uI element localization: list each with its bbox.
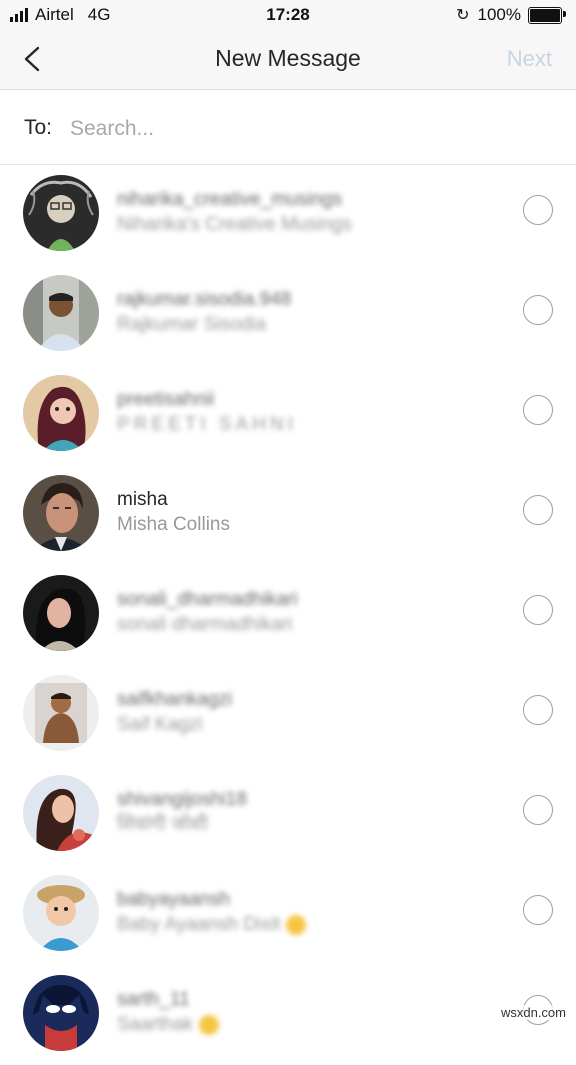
list-item[interactable]: rajkumar.sisodia.948 Rajkumar Sisodia xyxy=(0,265,576,365)
contact-fullname: शिवांगी जोशी xyxy=(117,814,209,835)
avatar xyxy=(23,975,99,1051)
contact-username: saifkhankagzi xyxy=(117,689,233,710)
navigation-bar: New Message Next xyxy=(0,30,576,90)
recipient-row: To: xyxy=(0,90,576,165)
battery-icon xyxy=(528,6,566,24)
contact-username: sarth_11 xyxy=(117,989,190,1010)
select-radio[interactable] xyxy=(523,395,553,425)
rotation-lock-icon: ↻ xyxy=(456,7,470,24)
select-radio[interactable] xyxy=(523,495,553,525)
baby-emoji-icon xyxy=(286,914,307,935)
select-radio[interactable] xyxy=(523,295,553,325)
contact-username: shivangijoshi18 xyxy=(117,789,247,810)
select-radio[interactable] xyxy=(523,195,553,225)
to-label: To: xyxy=(24,116,53,139)
list-item[interactable]: babyayaansh Baby Ayaansh Dixit xyxy=(0,865,576,965)
contact-username: misha xyxy=(117,489,168,510)
select-radio[interactable] xyxy=(523,595,553,625)
list-item[interactable]: saifkhankagzi Saif Kagzi xyxy=(0,665,576,765)
battery-percentage: 100% xyxy=(477,5,521,24)
select-radio[interactable] xyxy=(523,895,553,925)
list-item[interactable]: niharika_creative_musings Niharika's Cre… xyxy=(0,165,576,265)
watermark: wsxdn.com xyxy=(498,1005,568,1020)
avatar xyxy=(23,275,99,351)
list-item[interactable]: shivangijoshi18 शिवांगी जोशी xyxy=(0,765,576,865)
avatar xyxy=(23,475,99,551)
contact-fullname: sonali dharmadhikari xyxy=(117,614,293,635)
list-item[interactable]: sarth_11 Saarthak xyxy=(0,965,576,1065)
contact-fullname: Misha Collins xyxy=(117,514,230,535)
select-radio[interactable] xyxy=(523,695,553,725)
status-bar: Airtel 4G 17:28 ↻ 100% xyxy=(0,0,576,30)
next-button[interactable]: Next xyxy=(507,46,552,72)
contact-fullname: PREETI SAHNI xyxy=(117,414,297,435)
avatar xyxy=(23,775,99,851)
avatar xyxy=(23,575,99,651)
contact-username: babyayaansh xyxy=(117,889,231,910)
contact-username: sonali_dharmadhikari xyxy=(117,589,298,610)
avatar xyxy=(23,675,99,751)
avatar xyxy=(23,375,99,451)
contact-fullname: Niharika's Creative Musings xyxy=(117,214,352,235)
contact-fullname: Saarthak xyxy=(117,1014,194,1035)
contact-fullname: Saif Kagzi xyxy=(117,714,203,735)
contact-fullname: Rajkumar Sisodia xyxy=(117,314,266,335)
contact-username: niharika_creative_musings xyxy=(117,189,342,210)
search-input[interactable] xyxy=(68,110,552,148)
avatar xyxy=(23,875,99,951)
contact-username: rajkumar.sisodia.948 xyxy=(117,289,292,310)
list-item[interactable]: preetisahnii PREETI SAHNI xyxy=(0,365,576,465)
list-item[interactable]: sonali_dharmadhikari sonali dharmadhikar… xyxy=(0,565,576,665)
contact-list: niharika_creative_musings Niharika's Cre… xyxy=(0,165,576,1065)
select-radio[interactable] xyxy=(523,795,553,825)
avatar xyxy=(23,175,99,251)
contact-username: preetisahnii xyxy=(117,389,215,410)
sunglasses-emoji-icon xyxy=(199,1014,220,1035)
page-title: New Message xyxy=(215,45,361,71)
contact-fullname: Baby Ayaansh Dixit xyxy=(117,914,281,935)
list-item[interactable]: misha Misha Collins xyxy=(0,465,576,565)
